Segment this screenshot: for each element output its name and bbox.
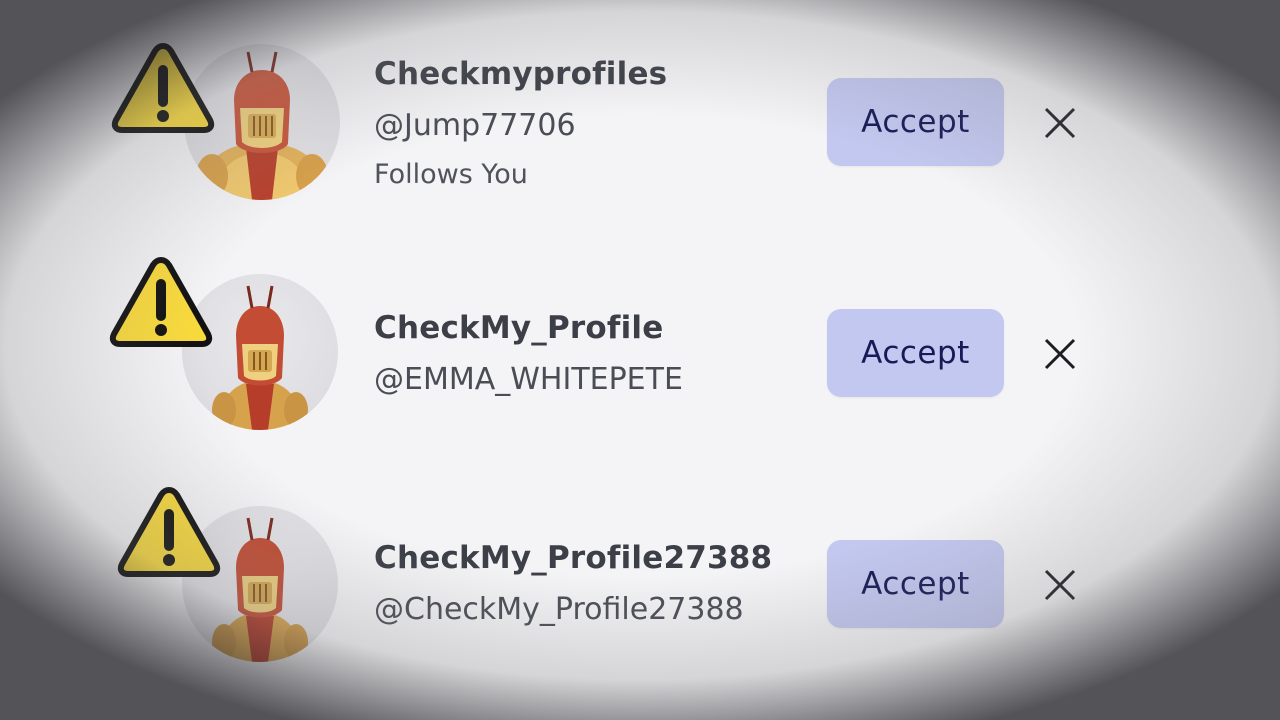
username-handle: @Jump77706	[374, 108, 576, 143]
decline-button[interactable]	[1036, 99, 1084, 147]
decline-button[interactable]	[1036, 561, 1084, 609]
close-icon	[1044, 569, 1076, 601]
warning-triangle-icon	[109, 257, 213, 347]
friend-request-row: CheckMy_Profile27388 @CheckMy_Profile273…	[0, 484, 1280, 684]
warning-triangle-icon	[111, 43, 215, 133]
accept-button[interactable]: Accept	[827, 540, 1004, 628]
display-name: CheckMy_Profile	[374, 310, 664, 346]
close-icon	[1044, 107, 1076, 139]
display-name: Checkmyprofiles	[374, 56, 668, 92]
username-handle: @EMMA_WHITEPETE	[374, 362, 683, 397]
accept-button[interactable]: Accept	[827, 78, 1004, 166]
warning-triangle-icon	[117, 487, 221, 577]
display-name: CheckMy_Profile27388	[374, 540, 773, 576]
username-handle: @CheckMy_Profile27388	[374, 592, 744, 627]
accept-button[interactable]: Accept	[827, 309, 1004, 397]
close-icon	[1044, 338, 1076, 370]
friend-request-row: Checkmyprofiles @Jump77706 Follows You A…	[0, 20, 1280, 220]
friend-request-row: CheckMy_Profile @EMMA_WHITEPETE Accept	[0, 252, 1280, 452]
decline-button[interactable]	[1036, 330, 1084, 378]
follows-you-label: Follows You	[374, 159, 528, 190]
